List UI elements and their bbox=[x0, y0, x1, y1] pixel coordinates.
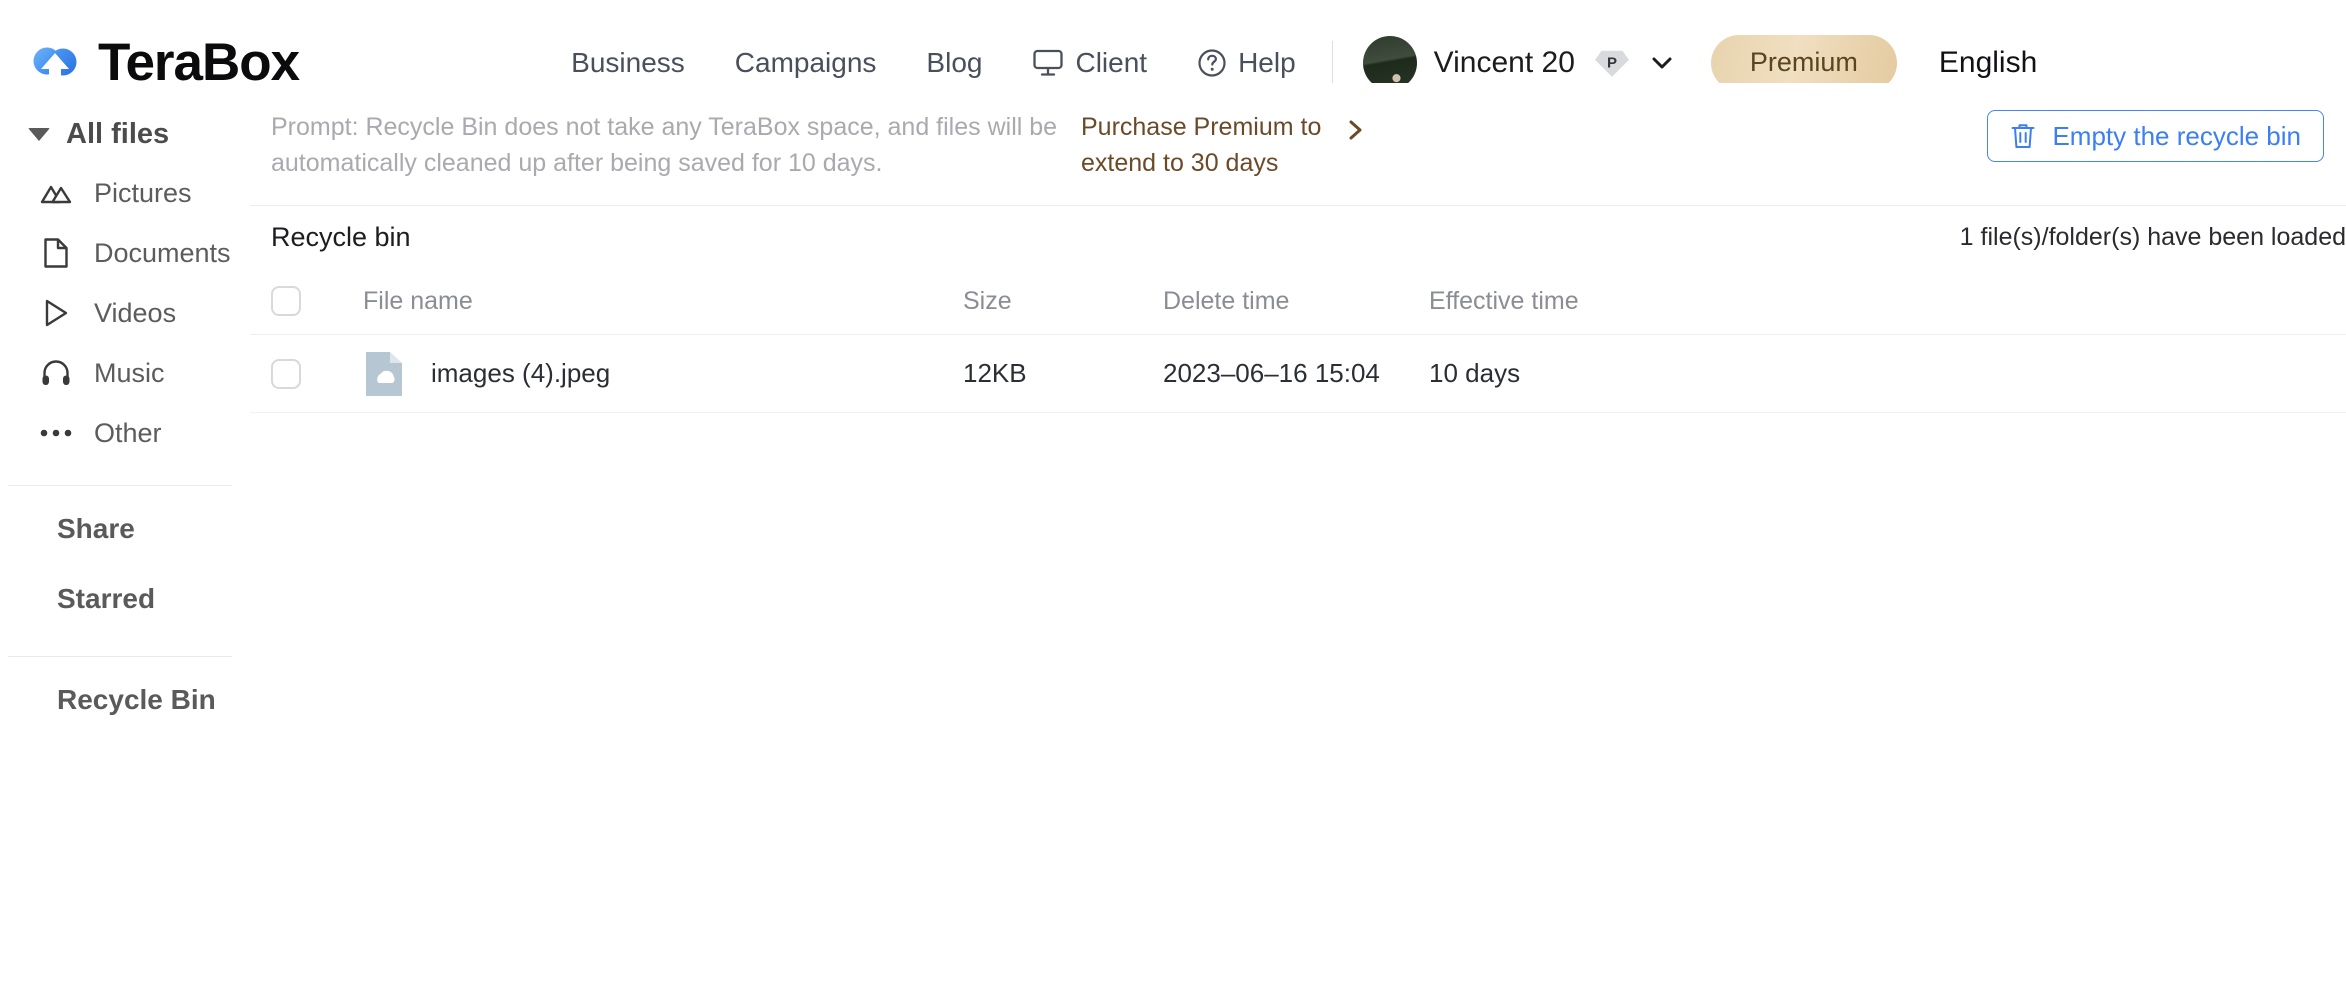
sidebar-item-label: Other bbox=[94, 417, 162, 448]
sidebar-item-starred[interactable]: Starred bbox=[0, 564, 250, 634]
logo-text: TeraBox bbox=[98, 33, 300, 92]
empty-button-label: Empty the recycle bin bbox=[2052, 120, 2301, 151]
sidebar-item-videos[interactable]: Videos bbox=[0, 283, 250, 343]
sidebar-item-recycle-bin[interactable]: Recycle Bin bbox=[0, 665, 250, 735]
nav-label: Blog bbox=[926, 46, 983, 78]
svg-text:P: P bbox=[1607, 54, 1617, 71]
column-header-file-name[interactable]: File name bbox=[301, 287, 963, 316]
chevron-right-icon[interactable] bbox=[1341, 110, 1371, 150]
nav-item-campaigns[interactable]: Campaigns bbox=[735, 47, 877, 79]
nav-label: Campaigns bbox=[734, 46, 877, 78]
ellipsis-icon bbox=[40, 417, 72, 449]
premium-diamond-badge-icon: P bbox=[1592, 45, 1632, 81]
headphones-icon bbox=[40, 357, 72, 389]
user-name: Vincent 20 bbox=[1433, 45, 1575, 79]
recycle-bin-prompt-banner: Prompt: Recycle Bin does not take any Te… bbox=[250, 83, 2346, 206]
image-mountain-icon bbox=[40, 177, 72, 209]
sidebar: All files Pictures Documents Videos Musi… bbox=[0, 83, 250, 998]
main-nav: Business Campaigns Blog Client Help bbox=[571, 47, 1296, 79]
table-header-row: File name Size Delete time Effective tim… bbox=[250, 268, 2346, 335]
file-size: 12KB bbox=[963, 358, 1027, 388]
prompt-text: Prompt: Recycle Bin does not take any Te… bbox=[271, 113, 1058, 177]
table-row[interactable]: images (4).jpeg 12KB 2023–06–16 15:04 10… bbox=[250, 335, 2346, 413]
nav-item-client[interactable]: Client bbox=[1032, 47, 1147, 79]
sidebar-divider bbox=[8, 485, 232, 486]
page-title: Recycle bin bbox=[271, 221, 411, 252]
chevron-down-icon[interactable] bbox=[1649, 50, 1675, 76]
sidebar-item-share[interactable]: Share bbox=[0, 494, 250, 564]
trash-icon bbox=[2010, 122, 2036, 150]
sidebar-item-label: Share bbox=[57, 513, 135, 544]
nav-label: Help bbox=[1238, 46, 1296, 78]
document-page-icon bbox=[40, 237, 72, 269]
sidebar-item-label: Documents bbox=[94, 237, 231, 268]
row-checkbox[interactable] bbox=[271, 358, 301, 389]
triangle-down-icon bbox=[28, 127, 50, 141]
play-triangle-icon bbox=[40, 297, 72, 329]
recycle-bin-table: File name Size Delete time Effective tim… bbox=[250, 268, 2346, 413]
user-menu[interactable]: Vincent 20 P bbox=[1362, 35, 1675, 90]
content-subheader: Recycle bin 1 file(s)/folder(s) have bee… bbox=[250, 206, 2346, 268]
sidebar-item-all-files[interactable]: All files bbox=[0, 105, 250, 163]
column-header-effective-time[interactable]: Effective time bbox=[1429, 287, 1729, 316]
purchase-premium-link[interactable]: Purchase Premium to extend to 30 days bbox=[1081, 110, 1331, 181]
sidebar-item-other[interactable]: Other bbox=[0, 403, 250, 463]
monitor-icon bbox=[1032, 48, 1064, 78]
sidebar-item-documents[interactable]: Documents bbox=[0, 223, 250, 283]
sidebar-item-pictures[interactable]: Pictures bbox=[0, 163, 250, 223]
column-header-delete-time[interactable]: Delete time bbox=[1163, 287, 1429, 316]
nav-label: Business bbox=[571, 46, 685, 78]
sidebar-divider bbox=[8, 656, 232, 657]
nav-item-blog[interactable]: Blog bbox=[926, 47, 982, 79]
file-effective-time: 10 days bbox=[1429, 358, 1521, 388]
nav-item-help[interactable]: Help bbox=[1197, 47, 1296, 79]
main-content: Prompt: Recycle Bin does not take any Te… bbox=[250, 83, 2346, 998]
column-header-size[interactable]: Size bbox=[963, 287, 1163, 316]
sidebar-item-label: All files bbox=[66, 117, 170, 150]
file-name[interactable]: images (4).jpeg bbox=[431, 358, 610, 389]
image-file-cloud-icon bbox=[363, 349, 405, 399]
loaded-status: 1 file(s)/folder(s) have been loaded bbox=[1959, 222, 2346, 251]
empty-recycle-bin-button[interactable]: Empty the recycle bin bbox=[1987, 110, 2324, 162]
select-all-checkbox[interactable] bbox=[271, 286, 301, 316]
header-divider bbox=[1331, 40, 1333, 85]
sidebar-item-label: Starred bbox=[57, 583, 156, 614]
avatar bbox=[1362, 35, 1417, 90]
question-circle-icon bbox=[1197, 48, 1227, 78]
nav-label: Client bbox=[1075, 46, 1148, 78]
sidebar-item-label: Pictures bbox=[94, 177, 192, 208]
sidebar-item-music[interactable]: Music bbox=[0, 343, 250, 403]
sidebar-item-label: Recycle Bin bbox=[57, 684, 216, 715]
nav-item-business[interactable]: Business bbox=[571, 47, 685, 79]
all-files-group: All files Pictures Documents Videos Musi… bbox=[0, 83, 250, 463]
sidebar-item-label: Videos bbox=[94, 297, 177, 328]
sidebar-item-label: Music bbox=[94, 357, 165, 388]
language-selector[interactable]: English bbox=[1939, 46, 2037, 80]
file-delete-time: 2023–06–16 15:04 bbox=[1163, 358, 1380, 388]
